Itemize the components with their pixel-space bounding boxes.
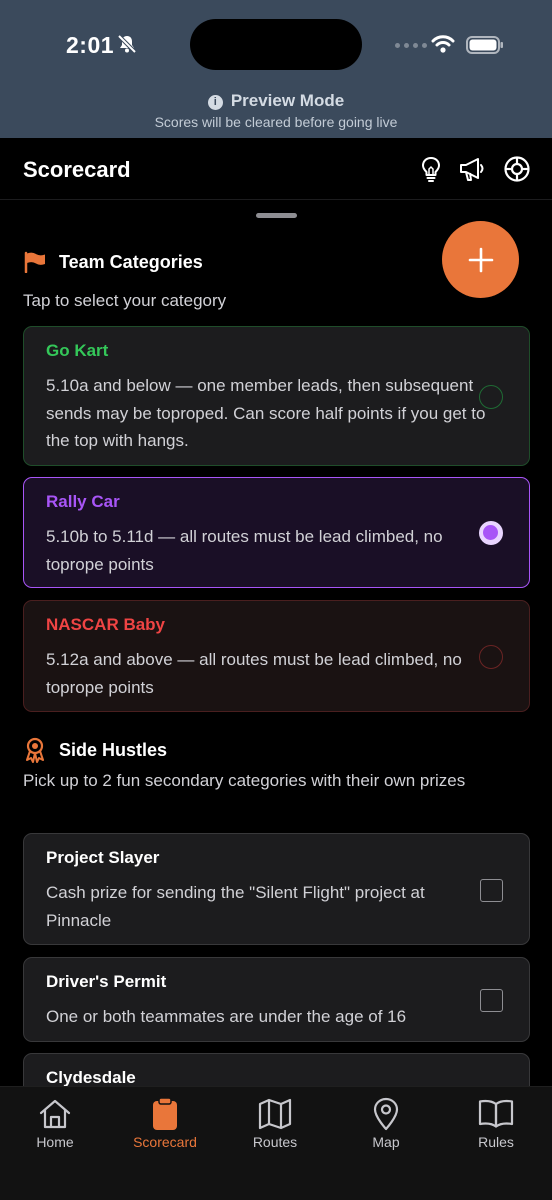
tab-label: Home xyxy=(36,1134,74,1150)
cellular-signal-icon xyxy=(395,43,427,48)
category-radio[interactable] xyxy=(479,645,503,669)
tab-label: Routes xyxy=(252,1134,298,1150)
category-title: Go Kart xyxy=(46,341,109,360)
page-title: Scorecard xyxy=(23,157,131,182)
side-hustle-title: Project Slayer xyxy=(46,848,160,867)
category-card-rally-car[interactable]: Rally Car 5.10b to 5.11d — all routes mu… xyxy=(23,477,530,588)
side-hustles-heading: Side Hustles xyxy=(23,737,167,763)
tab-map[interactable]: Map xyxy=(331,1097,441,1150)
wifi-icon xyxy=(431,35,455,53)
add-button[interactable] xyxy=(442,221,519,298)
tab-label: Rules xyxy=(478,1134,514,1150)
map-pin-icon xyxy=(373,1097,399,1131)
info-icon: i xyxy=(207,95,223,110)
app-header: Scorecard xyxy=(0,138,552,200)
side-hustle-checkbox[interactable] xyxy=(480,879,503,902)
preview-title-text: Preview Mode xyxy=(230,91,345,110)
tab-label: Map xyxy=(372,1134,400,1150)
category-radio[interactable] xyxy=(479,385,503,409)
map-folded-icon xyxy=(258,1098,292,1130)
team-categories-subtitle: Tap to select your category xyxy=(23,291,227,310)
sheet-grabber[interactable] xyxy=(256,213,297,218)
lightbulb-icon[interactable] xyxy=(418,155,444,183)
category-card-go-kart[interactable]: Go Kart 5.10a and below — one member lea… xyxy=(23,326,530,466)
category-description: 5.10b to 5.11d — all routes must be lead… xyxy=(46,527,443,574)
side-hustles-subtitle: Pick up to 2 fun secondary categories wi… xyxy=(23,771,466,790)
tab-routes[interactable]: Routes xyxy=(220,1097,330,1150)
clipboard-icon xyxy=(153,1097,177,1130)
tab-home[interactable]: Home xyxy=(0,1097,110,1150)
side-hustle-description: One or both teammates are under the age … xyxy=(46,1007,407,1026)
side-hustle-card-drivers-permit[interactable]: Driver's Permit One or both teammates ar… xyxy=(23,957,530,1042)
plus-icon xyxy=(468,247,493,272)
megaphone-icon[interactable] xyxy=(458,155,486,183)
status-and-preview-area: 2:01 i Preview Mode Scores will be cleare… xyxy=(0,0,552,138)
category-card-nascar-baby[interactable]: NASCAR Baby 5.12a and above — all routes… xyxy=(23,600,530,712)
status-time: 2:01 xyxy=(66,32,115,58)
category-description: 5.12a and above — all routes must be lea… xyxy=(46,650,462,697)
side-hustle-description: Cash prize for sending the "Silent Fligh… xyxy=(46,883,425,930)
battery-icon xyxy=(466,36,503,54)
bell-off-icon xyxy=(117,34,137,54)
side-hustle-checkbox[interactable] xyxy=(480,989,503,1012)
side-hustle-title: Clydesdale xyxy=(46,1068,136,1087)
category-radio-selected[interactable] xyxy=(479,521,503,545)
preview-title: i Preview Mode xyxy=(0,91,552,111)
tab-scorecard[interactable]: Scorecard xyxy=(110,1097,220,1150)
lifebuoy-icon[interactable] xyxy=(503,155,531,183)
category-description: 5.10a and below — one member leads, then… xyxy=(46,376,486,450)
side-hustles-title: Side Hustles xyxy=(59,739,168,760)
team-categories-title: Team Categories xyxy=(59,251,203,272)
category-title: NASCAR Baby xyxy=(46,615,166,634)
team-categories-heading: Team Categories xyxy=(23,251,203,273)
tab-rules[interactable]: Rules xyxy=(441,1097,551,1150)
flag-icon xyxy=(23,251,47,273)
award-ribbon-icon xyxy=(23,737,47,763)
tab-bar: Home Scorecard Routes Map Rules xyxy=(0,1086,552,1200)
side-hustle-title: Driver's Permit xyxy=(46,972,167,991)
book-icon xyxy=(478,1099,514,1128)
tab-label: Scorecard xyxy=(133,1134,197,1150)
category-title: Rally Car xyxy=(46,492,120,511)
side-hustle-card-project-slayer[interactable]: Project Slayer Cash prize for sending th… xyxy=(23,833,530,945)
preview-subtitle: Scores will be cleared before going live xyxy=(154,114,398,130)
dynamic-island xyxy=(190,19,362,70)
home-icon xyxy=(39,1099,71,1129)
